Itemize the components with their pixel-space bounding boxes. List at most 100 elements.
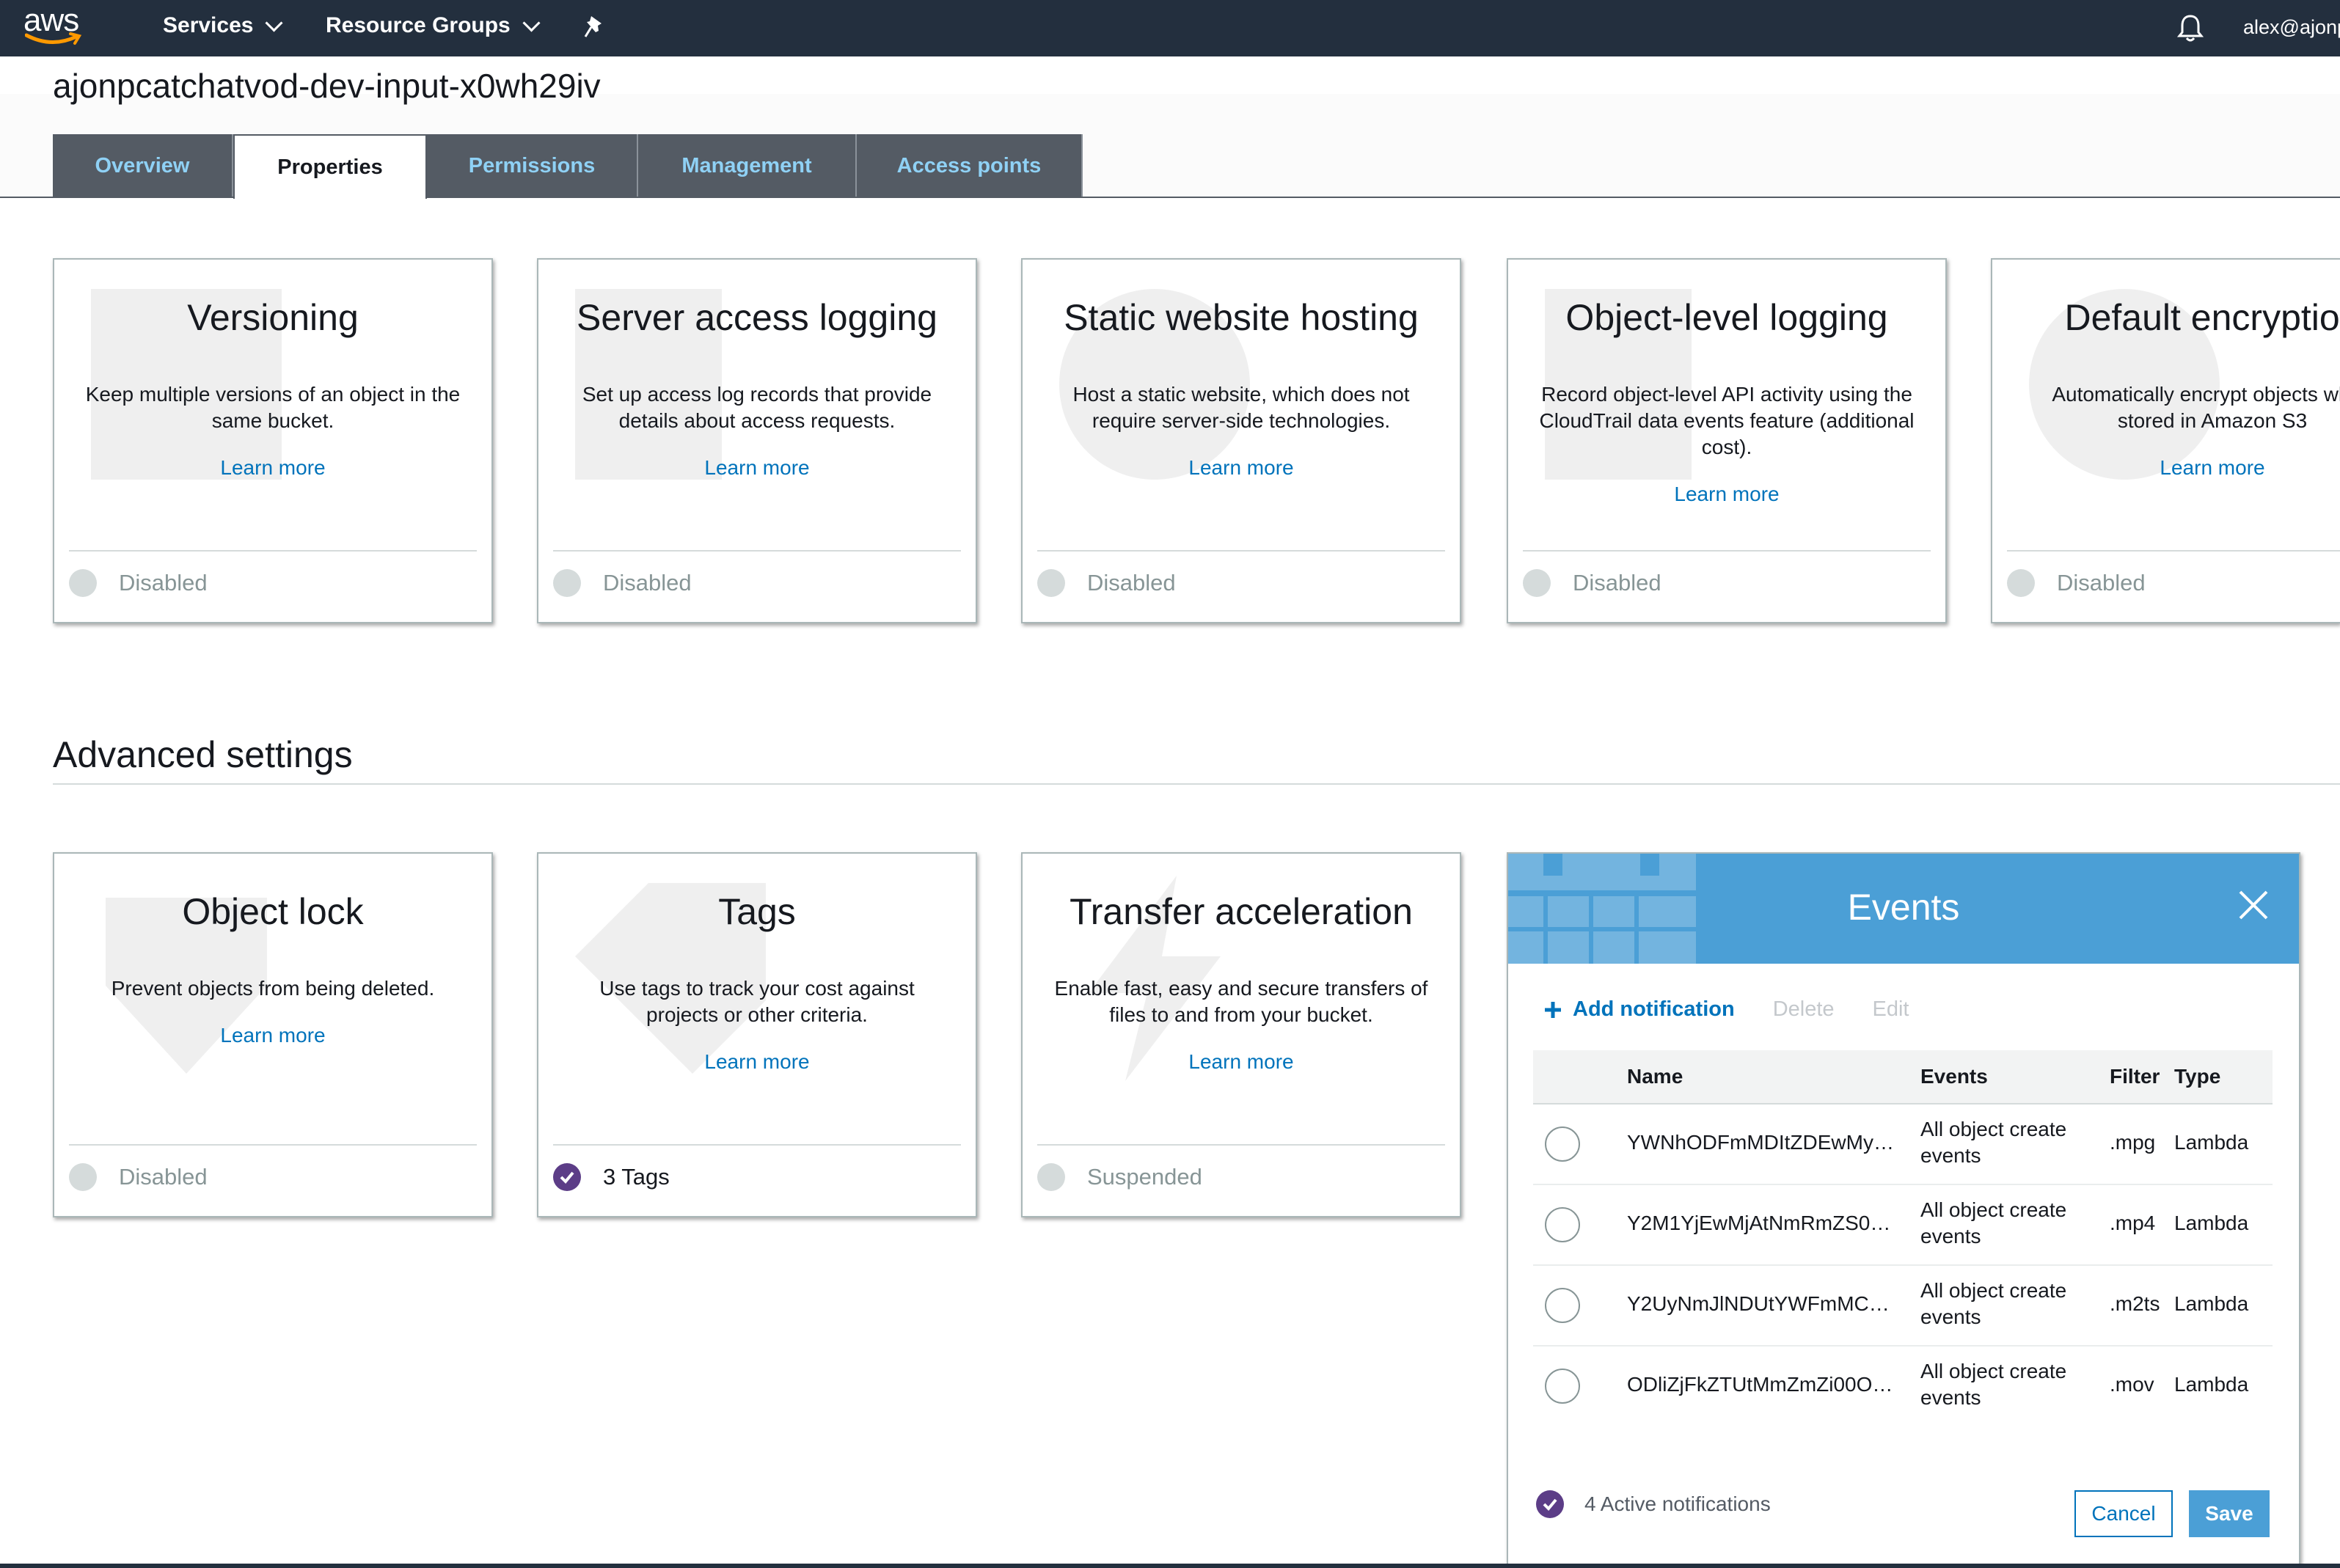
table-row[interactable]: Y2M1YjEwMjAtNmRmZS0… All object create e… (1533, 1185, 2273, 1266)
learn-more-link[interactable]: Learn more (538, 1050, 976, 1074)
learn-more-link[interactable]: Learn more (1023, 456, 1460, 480)
active-notifications-label: 4 Active notifications (1584, 1492, 1771, 1515)
divider (1037, 1144, 1445, 1146)
notification-filter: .mp4 (2110, 1212, 2156, 1234)
card-title: Transfer acceleration (1070, 891, 1413, 932)
default-encryption-card[interactable]: Default encryption Automatically encrypt… (1991, 258, 2340, 623)
services-label: Services (163, 13, 254, 37)
account-menu[interactable]: alex@ajonp (2243, 16, 2340, 39)
notification-name: ODliZjFkZTUtMmZmZi00O… (1627, 1373, 1893, 1396)
notification-filter: .mov (2110, 1373, 2154, 1396)
aws-logo[interactable]: aws (23, 4, 85, 50)
status-label: 3 Tags (603, 1164, 670, 1190)
column-header-filter[interactable]: Filter (2110, 1065, 2160, 1088)
events-header: Events (1508, 854, 2299, 964)
notification-events: All object create (1920, 1279, 2067, 1302)
plus-icon (1545, 1001, 1561, 1018)
status-label: Disabled (119, 570, 208, 596)
notification-filter: .m2ts (2110, 1292, 2160, 1315)
tab-management[interactable]: Management (638, 134, 857, 197)
save-button[interactable]: Save (2189, 1490, 2270, 1537)
status: Disabled (553, 569, 692, 597)
transfer-acceleration-card[interactable]: Transfer acceleration Enable fast, easy … (1021, 852, 1461, 1217)
status: Disabled (69, 569, 208, 597)
bell-icon[interactable] (2177, 13, 2204, 43)
status-label: Suspended (1087, 1164, 1202, 1190)
card-title: Server access logging (577, 297, 937, 338)
events-toolbar: Add notification Delete Edit (1543, 997, 1909, 1022)
add-notification-label: Add notification (1573, 997, 1735, 1021)
status-disabled-icon (2007, 569, 2035, 597)
status-label: Disabled (119, 1164, 208, 1190)
status: 3 Tags (553, 1163, 670, 1191)
chevron-down-icon (265, 13, 283, 32)
column-header-type[interactable]: Type (2174, 1065, 2220, 1088)
notification-type: Lambda (2174, 1131, 2249, 1154)
static-website-hosting-card[interactable]: Static website hosting Host a static web… (1021, 258, 1461, 623)
status-disabled-icon (69, 1163, 97, 1191)
learn-more-link[interactable]: Learn more (1992, 456, 2340, 480)
notification-events: All object create (1920, 1198, 2067, 1221)
card-description: Set up access log records that provide d… (582, 383, 932, 432)
add-notification-button[interactable]: Add notification (1543, 997, 1735, 1022)
learn-more-link[interactable]: Learn more (54, 456, 491, 480)
row-radio[interactable] (1545, 1126, 1580, 1162)
column-header-events[interactable]: Events (1920, 1065, 1988, 1088)
divider (1037, 550, 1445, 552)
learn-more-link[interactable]: Learn more (538, 456, 976, 480)
card-title: Object-level logging (1565, 297, 1888, 338)
versioning-card[interactable]: Versioning Keep multiple versions of an … (53, 258, 493, 623)
row-radio[interactable] (1545, 1207, 1580, 1242)
table-row[interactable]: YWNhODFmMDItZDEwMy… All object create ev… (1533, 1104, 2273, 1185)
card-description: Keep multiple versions of an object in t… (85, 383, 461, 432)
object-lock-card[interactable]: Object lock Prevent objects from being d… (53, 852, 493, 1217)
card-title: Tags (718, 891, 796, 932)
table-row[interactable]: ODliZjFkZTUtMmZmZi00O… All object create… (1533, 1347, 2273, 1426)
resource-groups-menu[interactable]: Resource Groups (326, 13, 541, 38)
row-radio[interactable] (1545, 1288, 1580, 1323)
edit-button[interactable]: Edit (1873, 997, 1909, 1022)
tab-access-points[interactable]: Access points (857, 134, 1083, 197)
server-access-logging-card[interactable]: Server access logging Set up access log … (537, 258, 977, 623)
tab-properties[interactable]: Properties (233, 134, 427, 199)
notification-type: Lambda (2174, 1292, 2249, 1315)
notification-filter: .mpg (2110, 1131, 2156, 1154)
tab-overview[interactable]: Overview (53, 134, 233, 197)
card-description: Host a static website, which does not re… (1072, 383, 1410, 432)
tags-card[interactable]: Tags Use tags to track your cost against… (537, 852, 977, 1217)
object-level-logging-card[interactable]: Object-level logging Record object-level… (1507, 258, 1947, 623)
notification-name: YWNhODFmMDItZDEwMy… (1627, 1131, 1894, 1154)
top-navigation: aws Services Resource Groups alex@ajonp (0, 0, 2340, 56)
status-disabled-icon (69, 569, 97, 597)
column-header-name[interactable]: Name (1627, 1065, 1683, 1088)
status-disabled-icon (553, 569, 581, 597)
learn-more-link[interactable]: Learn more (1023, 1050, 1460, 1074)
learn-more-link[interactable]: Learn more (1508, 483, 1945, 506)
notification-events-cont: events (1920, 1305, 1981, 1328)
card-description: Automatically encrypt objects when store… (2052, 383, 2340, 432)
delete-button[interactable]: Delete (1773, 997, 1835, 1022)
chevron-down-icon (522, 13, 541, 32)
services-menu[interactable]: Services (163, 13, 283, 38)
notification-type: Lambda (2174, 1212, 2249, 1234)
learn-more-link[interactable]: Learn more (54, 1024, 491, 1047)
pin-icon[interactable] (584, 15, 606, 40)
status: Disabled (69, 1163, 208, 1191)
notification-events: All object create (1920, 1118, 2067, 1140)
cancel-button[interactable]: Cancel (2074, 1490, 2173, 1537)
card-description: Record object-level API activity using t… (1539, 383, 1915, 458)
advanced-settings-heading: Advanced settings (53, 734, 353, 775)
status-label: Disabled (603, 570, 692, 596)
close-icon[interactable] (2237, 889, 2270, 921)
table-row[interactable]: Y2UyNmJlNDUtYWFmMC… All object create ev… (1533, 1266, 2273, 1347)
row-radio[interactable] (1545, 1369, 1580, 1404)
divider (2007, 550, 2340, 552)
notifications-table: Name Events Filter Type YWNhODFmMDItZDEw… (1533, 1050, 2273, 1426)
status: Suspended (1037, 1163, 1202, 1191)
tab-permissions[interactable]: Permissions (427, 134, 638, 197)
divider (69, 1144, 477, 1146)
status-label: Disabled (1087, 570, 1176, 596)
status: Disabled (1523, 569, 1661, 597)
notification-events-cont: events (1920, 1144, 1981, 1167)
status: Disabled (2007, 569, 2146, 597)
